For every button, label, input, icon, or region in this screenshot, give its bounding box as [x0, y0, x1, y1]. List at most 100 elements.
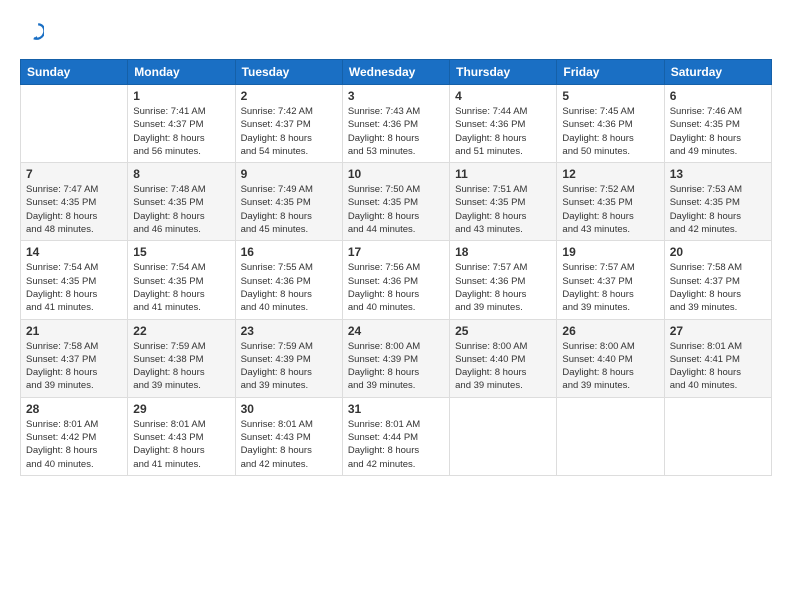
day-info: Sunrise: 7:41 AM Sunset: 4:37 PM Dayligh… [133, 105, 229, 158]
header [20, 20, 772, 47]
day-number: 10 [348, 167, 444, 181]
calendar-cell: 12Sunrise: 7:52 AM Sunset: 4:35 PM Dayli… [557, 163, 664, 241]
day-info: Sunrise: 8:00 AM Sunset: 4:40 PM Dayligh… [455, 340, 551, 393]
weekday-header-thursday: Thursday [450, 60, 557, 85]
day-number: 17 [348, 245, 444, 259]
calendar-cell: 7 Sunrise: 7:47 AM Sunset: 4:35 PM Daylig… [21, 163, 128, 241]
day-number: 23 [241, 324, 337, 338]
calendar-cell: 13 Sunrise: 7:53 AM Sunset: 4:35 PM Dayli… [664, 163, 771, 241]
calendar-cell [21, 85, 128, 163]
calendar-cell: 21 Sunrise: 7:58 AM Sunset: 4:37 PM Dayli… [21, 319, 128, 397]
day-number: 20 [670, 245, 766, 259]
calendar-cell: 6Sunrise: 7:46 AM Sunset: 4:35 PM Daylig… [664, 85, 771, 163]
day-info: Sunrise: 7:54 AM Sunset: 4:35 PM Dayligh… [133, 261, 229, 314]
day-info: Sunrise: 7:44 AM Sunset: 4:36 PM Dayligh… [455, 105, 551, 158]
day-info: Sunrise: 7:49 AM Sunset: 4:35 PM Dayligh… [241, 183, 337, 236]
calendar-cell: 23 Sunrise: 7:59 AM Sunset: 4:39 PM Dayli… [235, 319, 342, 397]
day-info: Sunrise: 7:54 AM Sunset: 4:35 PM Dayligh… [26, 261, 122, 314]
day-info: Sunrise: 7:55 AM Sunset: 4:36 PM Dayligh… [241, 261, 337, 314]
calendar-cell: 17 Sunrise: 7:56 AM Sunset: 4:36 PM Dayli… [342, 241, 449, 319]
calendar-cell: 2Sunrise: 7:42 AM Sunset: 4:37 PM Daylig… [235, 85, 342, 163]
calendar-cell [664, 397, 771, 475]
calendar-week-row: 7 Sunrise: 7:47 AM Sunset: 4:35 PM Daylig… [21, 163, 772, 241]
day-number: 29 [133, 402, 229, 416]
day-info: Sunrise: 7:52 AM Sunset: 4:35 PM Dayligh… [562, 183, 658, 236]
day-info: Sunrise: 7:57 AM Sunset: 4:36 PM Dayligh… [455, 261, 551, 314]
calendar-cell: 22Sunrise: 7:59 AM Sunset: 4:38 PM Dayli… [128, 319, 235, 397]
day-info: Sunrise: 8:01 AM Sunset: 4:43 PM Dayligh… [133, 418, 229, 471]
day-info: Sunrise: 7:58 AM Sunset: 4:37 PM Dayligh… [670, 261, 766, 314]
calendar-week-row: 28 Sunrise: 8:01 AM Sunset: 4:42 PM Dayli… [21, 397, 772, 475]
day-number: 11 [455, 167, 551, 181]
day-number: 21 [26, 324, 122, 338]
calendar-week-row: 14 Sunrise: 7:54 AM Sunset: 4:35 PM Dayli… [21, 241, 772, 319]
day-number: 4 [455, 89, 551, 103]
day-info: Sunrise: 7:59 AM Sunset: 4:38 PM Dayligh… [133, 340, 229, 393]
weekday-header-wednesday: Wednesday [342, 60, 449, 85]
weekday-header-saturday: Saturday [664, 60, 771, 85]
day-number: 18 [455, 245, 551, 259]
day-number: 2 [241, 89, 337, 103]
day-info: Sunrise: 7:48 AM Sunset: 4:35 PM Dayligh… [133, 183, 229, 236]
calendar-cell: 20 Sunrise: 7:58 AM Sunset: 4:37 PM Dayli… [664, 241, 771, 319]
weekday-header-monday: Monday [128, 60, 235, 85]
calendar-cell: 29 Sunrise: 8:01 AM Sunset: 4:43 PM Dayli… [128, 397, 235, 475]
day-number: 1 [133, 89, 229, 103]
day-number: 19 [562, 245, 658, 259]
day-info: Sunrise: 8:00 AM Sunset: 4:40 PM Dayligh… [562, 340, 658, 393]
day-info: Sunrise: 8:01 AM Sunset: 4:43 PM Dayligh… [241, 418, 337, 471]
day-number: 26 [562, 324, 658, 338]
day-number: 27 [670, 324, 766, 338]
day-info: Sunrise: 7:57 AM Sunset: 4:37 PM Dayligh… [562, 261, 658, 314]
weekday-header-friday: Friday [557, 60, 664, 85]
calendar-cell: 27 Sunrise: 8:01 AM Sunset: 4:41 PM Dayli… [664, 319, 771, 397]
calendar-cell: 4 Sunrise: 7:44 AM Sunset: 4:36 PM Daylig… [450, 85, 557, 163]
calendar-cell: 28 Sunrise: 8:01 AM Sunset: 4:42 PM Dayli… [21, 397, 128, 475]
calendar-cell: 9 Sunrise: 7:49 AM Sunset: 4:35 PM Daylig… [235, 163, 342, 241]
calendar-cell: 24 Sunrise: 8:00 AM Sunset: 4:39 PM Dayli… [342, 319, 449, 397]
weekday-header-row: SundayMondayTuesdayWednesdayThursdayFrid… [21, 60, 772, 85]
page: SundayMondayTuesdayWednesdayThursdayFrid… [0, 0, 792, 612]
calendar-cell [450, 397, 557, 475]
day-number: 3 [348, 89, 444, 103]
day-info: Sunrise: 8:01 AM Sunset: 4:41 PM Dayligh… [670, 340, 766, 393]
day-info: Sunrise: 7:56 AM Sunset: 4:36 PM Dayligh… [348, 261, 444, 314]
calendar-cell: 10 Sunrise: 7:50 AM Sunset: 4:35 PM Dayli… [342, 163, 449, 241]
day-number: 16 [241, 245, 337, 259]
calendar-cell: 14 Sunrise: 7:54 AM Sunset: 4:35 PM Dayli… [21, 241, 128, 319]
day-info: Sunrise: 8:01 AM Sunset: 4:44 PM Dayligh… [348, 418, 444, 471]
day-number: 5 [562, 89, 658, 103]
calendar-cell [557, 397, 664, 475]
calendar-cell: 11 Sunrise: 7:51 AM Sunset: 4:35 PM Dayli… [450, 163, 557, 241]
weekday-header-tuesday: Tuesday [235, 60, 342, 85]
day-number: 8 [133, 167, 229, 181]
day-info: Sunrise: 7:47 AM Sunset: 4:35 PM Dayligh… [26, 183, 122, 236]
calendar-cell: 31 Sunrise: 8:01 AM Sunset: 4:44 PM Dayli… [342, 397, 449, 475]
logo-icon [22, 20, 44, 42]
day-number: 24 [348, 324, 444, 338]
calendar-cell: 15Sunrise: 7:54 AM Sunset: 4:35 PM Dayli… [128, 241, 235, 319]
day-info: Sunrise: 7:51 AM Sunset: 4:35 PM Dayligh… [455, 183, 551, 236]
day-number: 28 [26, 402, 122, 416]
day-number: 9 [241, 167, 337, 181]
day-number: 7 [26, 167, 122, 181]
day-number: 25 [455, 324, 551, 338]
weekday-header-sunday: Sunday [21, 60, 128, 85]
day-info: Sunrise: 7:58 AM Sunset: 4:37 PM Dayligh… [26, 340, 122, 393]
day-number: 31 [348, 402, 444, 416]
day-info: Sunrise: 7:53 AM Sunset: 4:35 PM Dayligh… [670, 183, 766, 236]
day-info: Sunrise: 8:00 AM Sunset: 4:39 PM Dayligh… [348, 340, 444, 393]
day-number: 14 [26, 245, 122, 259]
calendar-cell: 19 Sunrise: 7:57 AM Sunset: 4:37 PM Dayli… [557, 241, 664, 319]
calendar-cell: 18 Sunrise: 7:57 AM Sunset: 4:36 PM Dayli… [450, 241, 557, 319]
calendar-cell: 30 Sunrise: 8:01 AM Sunset: 4:43 PM Dayli… [235, 397, 342, 475]
day-info: Sunrise: 7:45 AM Sunset: 4:36 PM Dayligh… [562, 105, 658, 158]
day-info: Sunrise: 8:01 AM Sunset: 4:42 PM Dayligh… [26, 418, 122, 471]
calendar-cell: 16 Sunrise: 7:55 AM Sunset: 4:36 PM Dayli… [235, 241, 342, 319]
day-number: 13 [670, 167, 766, 181]
calendar-cell: 5 Sunrise: 7:45 AM Sunset: 4:36 PM Daylig… [557, 85, 664, 163]
day-number: 30 [241, 402, 337, 416]
day-info: Sunrise: 7:50 AM Sunset: 4:35 PM Dayligh… [348, 183, 444, 236]
day-info: Sunrise: 7:46 AM Sunset: 4:35 PM Dayligh… [670, 105, 766, 158]
day-info: Sunrise: 7:59 AM Sunset: 4:39 PM Dayligh… [241, 340, 337, 393]
